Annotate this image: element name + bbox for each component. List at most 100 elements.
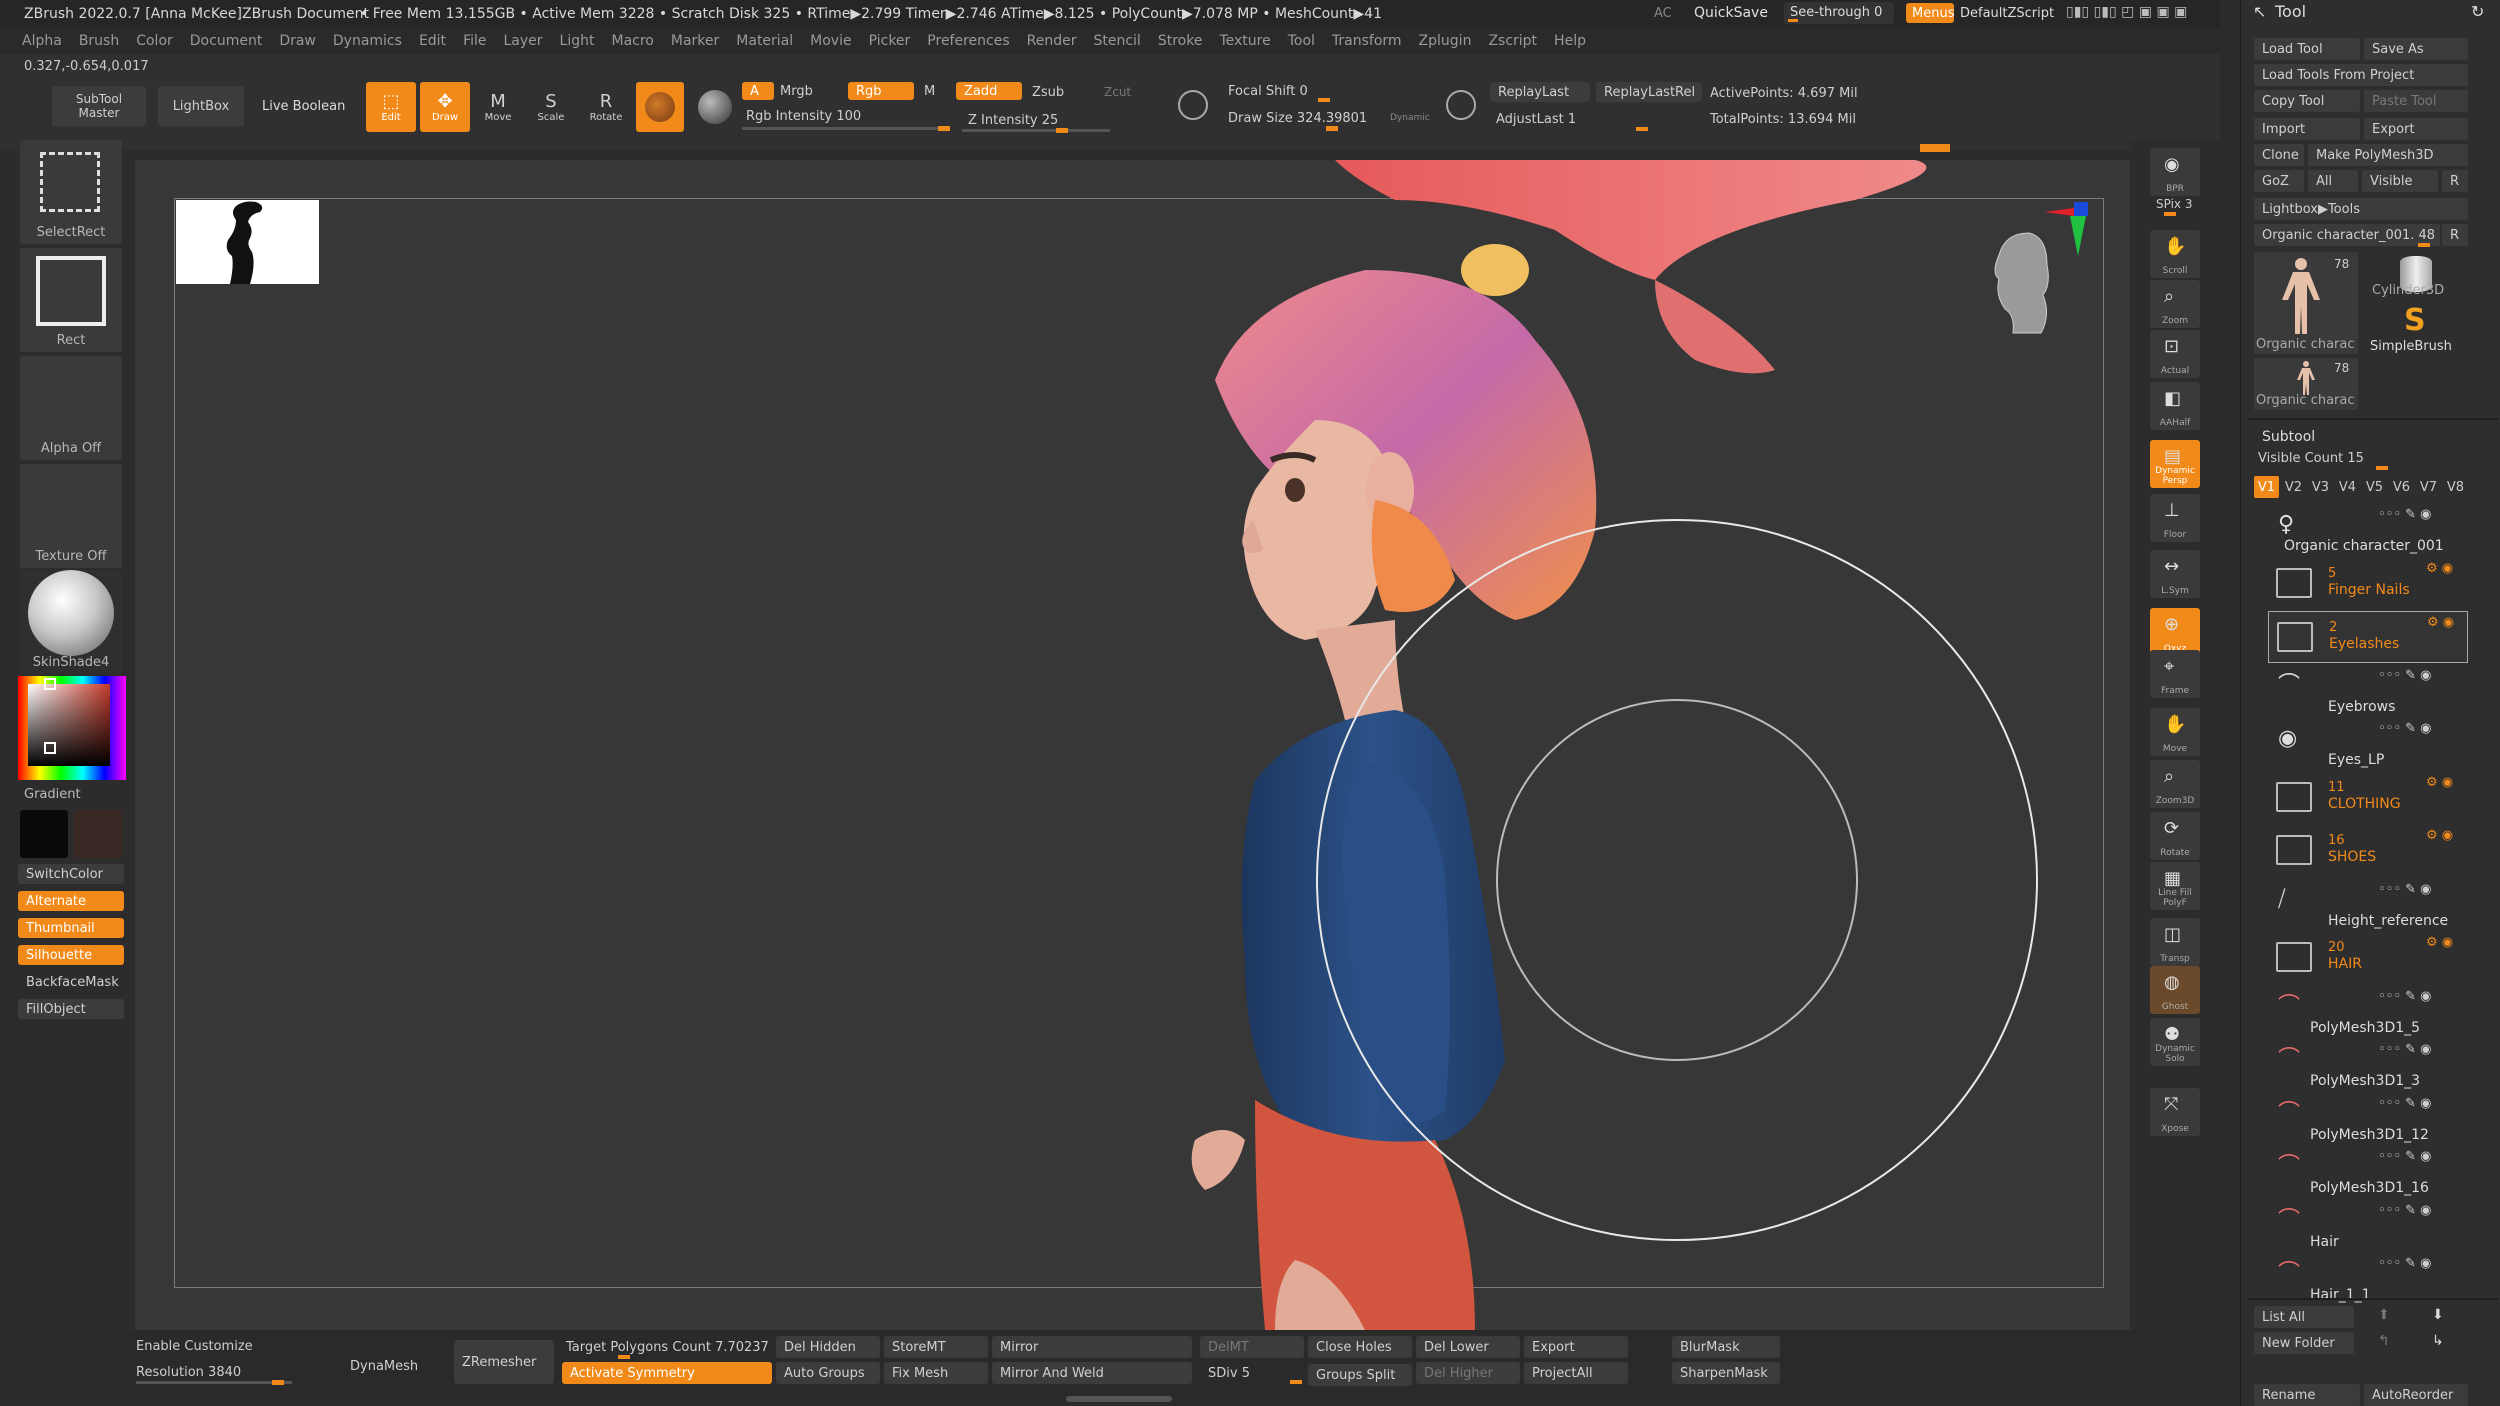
switch-color-button[interactable]: SwitchColor — [18, 864, 124, 884]
shelf-transp-button[interactable]: ◫ Transp — [2150, 918, 2200, 966]
del-higher-button[interactable]: Del Higher — [1416, 1362, 1520, 1384]
subtool-item[interactable]: ⌒ PolyMesh3D1_3 ◦◦◦ ✎ ◉ — [2268, 1039, 2468, 1091]
load-tools-from-project-button[interactable]: Load Tools From Project — [2254, 64, 2468, 86]
visibility-eye-icon[interactable]: ◦◦◦ ✎ ◉ — [2378, 883, 2432, 896]
version-tab-v3[interactable]: V3 — [2308, 476, 2333, 498]
visibility-eye-icon[interactable]: ◦◦◦ ✎ ◉ — [2378, 1204, 2432, 1217]
import-button[interactable]: Import — [2254, 118, 2360, 140]
shelf-qxyz-button[interactable]: ⊕ Qxyz — [2150, 608, 2200, 656]
visible-count-slider[interactable]: Visible Count 15 — [2254, 448, 2468, 470]
menu-item-zplugin[interactable]: Zplugin — [1419, 33, 1472, 49]
main-color-swatch[interactable] — [20, 810, 68, 858]
shelf-dynamic-solo-button[interactable]: ⚉ Dynamic Solo — [2150, 1018, 2200, 1066]
alternate-toggle[interactable]: Alternate — [18, 891, 124, 911]
store-mt-button[interactable]: StoreMT — [884, 1336, 988, 1358]
zadd-button[interactable]: Zadd — [956, 82, 1022, 100]
draw-size-icon[interactable] — [1446, 90, 1476, 120]
color-picker[interactable] — [18, 676, 126, 780]
tool-thumb-organic-1[interactable]: 78 Organic charac — [2254, 252, 2358, 354]
zsub-button[interactable]: Zsub — [1032, 86, 1064, 99]
menu-item-file[interactable]: File — [463, 33, 486, 49]
color-square[interactable] — [28, 684, 110, 766]
goz-r-button[interactable]: R — [2442, 170, 2468, 192]
visibility-eye-icon[interactable]: ◦◦◦ ✎ ◉ — [2378, 669, 2432, 682]
rotate-button[interactable]: R Rotate — [582, 82, 630, 132]
auto-groups-button[interactable]: Auto Groups — [776, 1362, 880, 1384]
a-button[interactable]: A — [742, 82, 774, 100]
subtool-item[interactable]: ⌒ PolyMesh3D1_16 ◦◦◦ ✎ ◉ — [2268, 1146, 2468, 1198]
menu-item-edit[interactable]: Edit — [419, 33, 446, 49]
menu-item-marker[interactable]: Marker — [671, 33, 719, 49]
visibility-eye-icon[interactable]: ⚙ ◉ — [2426, 936, 2453, 949]
visibility-eye-icon[interactable]: ◦◦◦ ✎ ◉ — [2378, 1097, 2432, 1110]
sharpen-mask-button[interactable]: SharpenMask — [1672, 1362, 1780, 1384]
menu-item-dynamics[interactable]: Dynamics — [333, 33, 402, 49]
menu-item-stencil[interactable]: Stencil — [1093, 33, 1140, 49]
dynamic-toggle[interactable]: Dynamic — [1390, 114, 1430, 123]
menu-item-movie[interactable]: Movie — [810, 33, 851, 49]
copy-tool-button[interactable]: Copy Tool — [2254, 90, 2360, 112]
rgb-button[interactable]: Rgb — [848, 82, 914, 100]
menu-item-macro[interactable]: Macro — [612, 33, 654, 49]
subtool-item[interactable]: ♀ Organic character_001 ◦◦◦ ✎ ◉ — [2268, 504, 2468, 556]
dynamesh-button[interactable]: DynaMesh — [342, 1346, 442, 1386]
subtool-item[interactable]: 5 Finger Nails ⚙ ◉ — [2268, 558, 2468, 610]
visibility-eye-icon[interactable]: ⚙ ◉ — [2426, 776, 2453, 789]
zremesher-button[interactable]: ZRemesher — [454, 1340, 554, 1384]
subtool-item[interactable]: ⌒ PolyMesh3D1_12 ◦◦◦ ✎ ◉ — [2268, 1093, 2468, 1145]
layout-icons[interactable]: ▯▮▯ ▯▮▯ ◰ ▣ ▣ ▣ — [2066, 5, 2187, 19]
thumbnail-toggle[interactable]: Thumbnail — [18, 918, 124, 938]
rect-stroke-button[interactable]: Rect — [20, 248, 122, 352]
mirror-and-weld-button[interactable]: Mirror And Weld — [992, 1362, 1192, 1384]
subtool-item[interactable]: 11 CLOTHING ⚙ ◉ — [2268, 772, 2468, 824]
material-swatch-button[interactable] — [636, 82, 684, 132]
shelf-l-sym-button[interactable]: ↔ L.Sym — [2150, 550, 2200, 598]
current-tool-slider[interactable]: Organic character_001. 48 — [2254, 224, 2440, 246]
menu-item-stroke[interactable]: Stroke — [1158, 33, 1203, 49]
draw-button[interactable]: ✥ Draw — [420, 82, 470, 132]
menu-item-transform[interactable]: Transform — [1332, 33, 1402, 49]
rename-button[interactable]: Rename — [2254, 1384, 2360, 1406]
version-tab-v4[interactable]: V4 — [2335, 476, 2360, 498]
quicksave-button[interactable]: QuickSave — [1694, 6, 1768, 20]
subtool-item[interactable]: ⌒ Hair ◦◦◦ ✎ ◉ — [2268, 1200, 2468, 1252]
live-boolean-button[interactable]: Live Boolean — [262, 100, 345, 113]
sdiv-slider[interactable]: SDiv 5 — [1200, 1362, 1304, 1384]
move-button[interactable]: M Move — [474, 82, 522, 132]
mrgb-button[interactable]: Mrgb — [780, 85, 813, 98]
clone-button[interactable]: Clone — [2254, 144, 2304, 166]
folder-down-icon[interactable]: ↳ — [2432, 1334, 2444, 1348]
paste-tool-button[interactable]: Paste Tool — [2364, 90, 2468, 112]
version-tab-v2[interactable]: V2 — [2281, 476, 2306, 498]
current-tool-r-button[interactable]: R — [2442, 224, 2468, 246]
axis-gizmo-icon[interactable] — [2034, 196, 2104, 266]
folder-up-icon[interactable]: ↰ — [2378, 1334, 2390, 1348]
shelf-rotate-button[interactable]: ⟳ Rotate — [2150, 812, 2200, 860]
shelf-line-fill-polyf-button[interactable]: ▦ Line Fill PolyF — [2150, 862, 2200, 910]
shelf-zoom-button[interactable]: ⌕ Zoom — [2150, 280, 2200, 328]
menu-item-help[interactable]: Help — [1554, 33, 1586, 49]
del-hidden-button[interactable]: Del Hidden — [776, 1336, 880, 1358]
version-tab-v5[interactable]: V5 — [2362, 476, 2387, 498]
mirror-button[interactable]: Mirror — [992, 1336, 1192, 1358]
del-lower-button[interactable]: Del Lower — [1416, 1336, 1520, 1358]
version-tab-v8[interactable]: V8 — [2443, 476, 2468, 498]
fix-mesh-button[interactable]: Fix Mesh — [884, 1362, 988, 1384]
menu-item-render[interactable]: Render — [1027, 33, 1077, 49]
visibility-eye-icon[interactable]: ⚙ ◉ — [2427, 616, 2454, 629]
visibility-eye-icon[interactable]: ◦◦◦ ✎ ◉ — [2378, 1043, 2432, 1056]
see-through-slider[interactable]: See-through 0 — [1784, 2, 1894, 24]
fill-object-button[interactable]: FillObject — [18, 999, 124, 1019]
visibility-eye-icon[interactable]: ⚙ ◉ — [2426, 562, 2453, 575]
shelf-frame-button[interactable]: ⌖ Frame — [2150, 650, 2200, 698]
shelf-bpr-button[interactable]: ◉ BPR — [2150, 148, 2200, 196]
goz-visible-button[interactable]: Visible — [2362, 170, 2438, 192]
subtool-item[interactable]: 2 Eyelashes ⚙ ◉ — [2268, 611, 2468, 663]
enable-customize-button[interactable]: Enable Customize — [136, 1340, 253, 1353]
edit-button[interactable]: ⬚ Edit — [366, 82, 416, 132]
default-zscript-button[interactable]: DefaultZScript — [1960, 7, 2054, 20]
texture-sphere-icon[interactable] — [698, 90, 732, 124]
zcut-button[interactable]: Zcut — [1104, 86, 1131, 98]
visibility-eye-icon[interactable]: ◦◦◦ ✎ ◉ — [2378, 722, 2432, 735]
subtool-item[interactable]: ⧸ Height_reference ◦◦◦ ✎ ◉ — [2268, 879, 2468, 931]
